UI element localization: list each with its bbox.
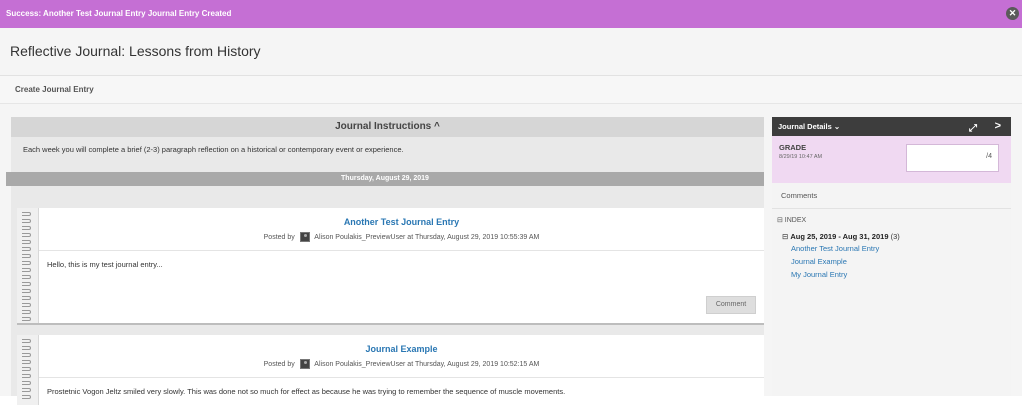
avatar	[299, 359, 310, 369]
date-range-group[interactable]: ⊟ Aug 25, 2019 - Aug 31, 2019 (3)	[782, 232, 900, 241]
comments-label[interactable]: Comments	[781, 191, 817, 200]
index-link[interactable]: Journal Example	[791, 257, 847, 266]
posted-by-label: Posted by	[263, 360, 295, 368]
entry-body: Hello, this is my test journal entry...	[47, 260, 163, 269]
journal-details-title: Journal Details ⌄	[778, 122, 841, 131]
collapse-icon[interactable]: ⊟	[782, 232, 788, 241]
entry-title-link[interactable]: Another Test Journal Entry	[39, 217, 764, 227]
journal-entry: Journal Example Posted by Alison Poulaki…	[17, 335, 764, 405]
author-name: Alison Poulakis_PreviewUser	[314, 360, 406, 368]
divider	[772, 208, 1011, 209]
comment-button[interactable]: Comment	[706, 296, 756, 314]
spiral-binding-icon	[17, 335, 39, 405]
author-name: Alison Poulakis_PreviewUser	[314, 233, 406, 241]
create-journal-entry-button[interactable]: Create Journal Entry	[15, 85, 94, 94]
entry-count: (3)	[890, 232, 900, 241]
date-header: Thursday, August 29, 2019	[6, 172, 764, 186]
page-header: Reflective Journal: Lessons from History	[0, 28, 1022, 76]
index-link[interactable]: Another Test Journal Entry	[791, 244, 879, 253]
success-message: Success: Another Test Journal Entry Jour…	[6, 9, 232, 18]
action-bar: Create Journal Entry	[0, 76, 1022, 104]
date-range: Aug 25, 2019 - Aug 31, 2019	[790, 232, 889, 241]
avatar	[299, 232, 310, 242]
index-toggle[interactable]: ⊟ INDEX	[777, 216, 806, 224]
spiral-binding-icon	[17, 208, 39, 323]
divider	[39, 377, 764, 378]
posted-by-label: Posted by	[263, 233, 295, 241]
chevron-right-icon[interactable]: >	[995, 117, 1001, 136]
grade-input[interactable]: /4	[906, 144, 999, 172]
journal-instructions-toggle[interactable]: Journal Instructions ^	[11, 117, 764, 137]
divider	[39, 250, 764, 251]
journal-details-header[interactable]: Journal Details ⌄ ⤢ >	[772, 117, 1011, 136]
entry-body: Prostetnic Vogon Jeltz smiled very slowl…	[47, 387, 566, 396]
grade-section: GRADE 8/29/19 10:47 AM /4	[772, 136, 1011, 183]
grade-value: /4	[986, 153, 992, 160]
entry-meta: Posted by Alison Poulakis_PreviewUser at…	[39, 232, 764, 242]
entry-title-link[interactable]: Journal Example	[39, 344, 764, 354]
journal-instructions-text: Each week you will complete a brief (2-3…	[23, 145, 404, 154]
journal-details-panel: Journal Details ⌄ ⤢ > GRADE 8/29/19 10:4…	[772, 117, 1011, 396]
success-banner: Success: Another Test Journal Entry Jour…	[0, 0, 1022, 28]
journal-entry: Another Test Journal Entry Posted by Ali…	[17, 208, 764, 325]
grade-date: 8/29/19 10:47 AM	[779, 154, 823, 160]
entry-meta: Posted by Alison Poulakis_PreviewUser at…	[39, 359, 764, 369]
page-title: Reflective Journal: Lessons from History	[10, 43, 261, 59]
content-area: Journal Instructions ^ Each week you wil…	[0, 104, 1022, 405]
grade-label: GRADE	[779, 143, 807, 152]
close-icon[interactable]: ✕	[1006, 7, 1019, 20]
posted-timestamp: at Thursday, August 29, 2019 10:55:39 AM	[407, 233, 540, 241]
index-link[interactable]: My Journal Entry	[791, 270, 847, 279]
posted-timestamp: at Thursday, August 29, 2019 10:52:15 AM	[407, 360, 540, 368]
